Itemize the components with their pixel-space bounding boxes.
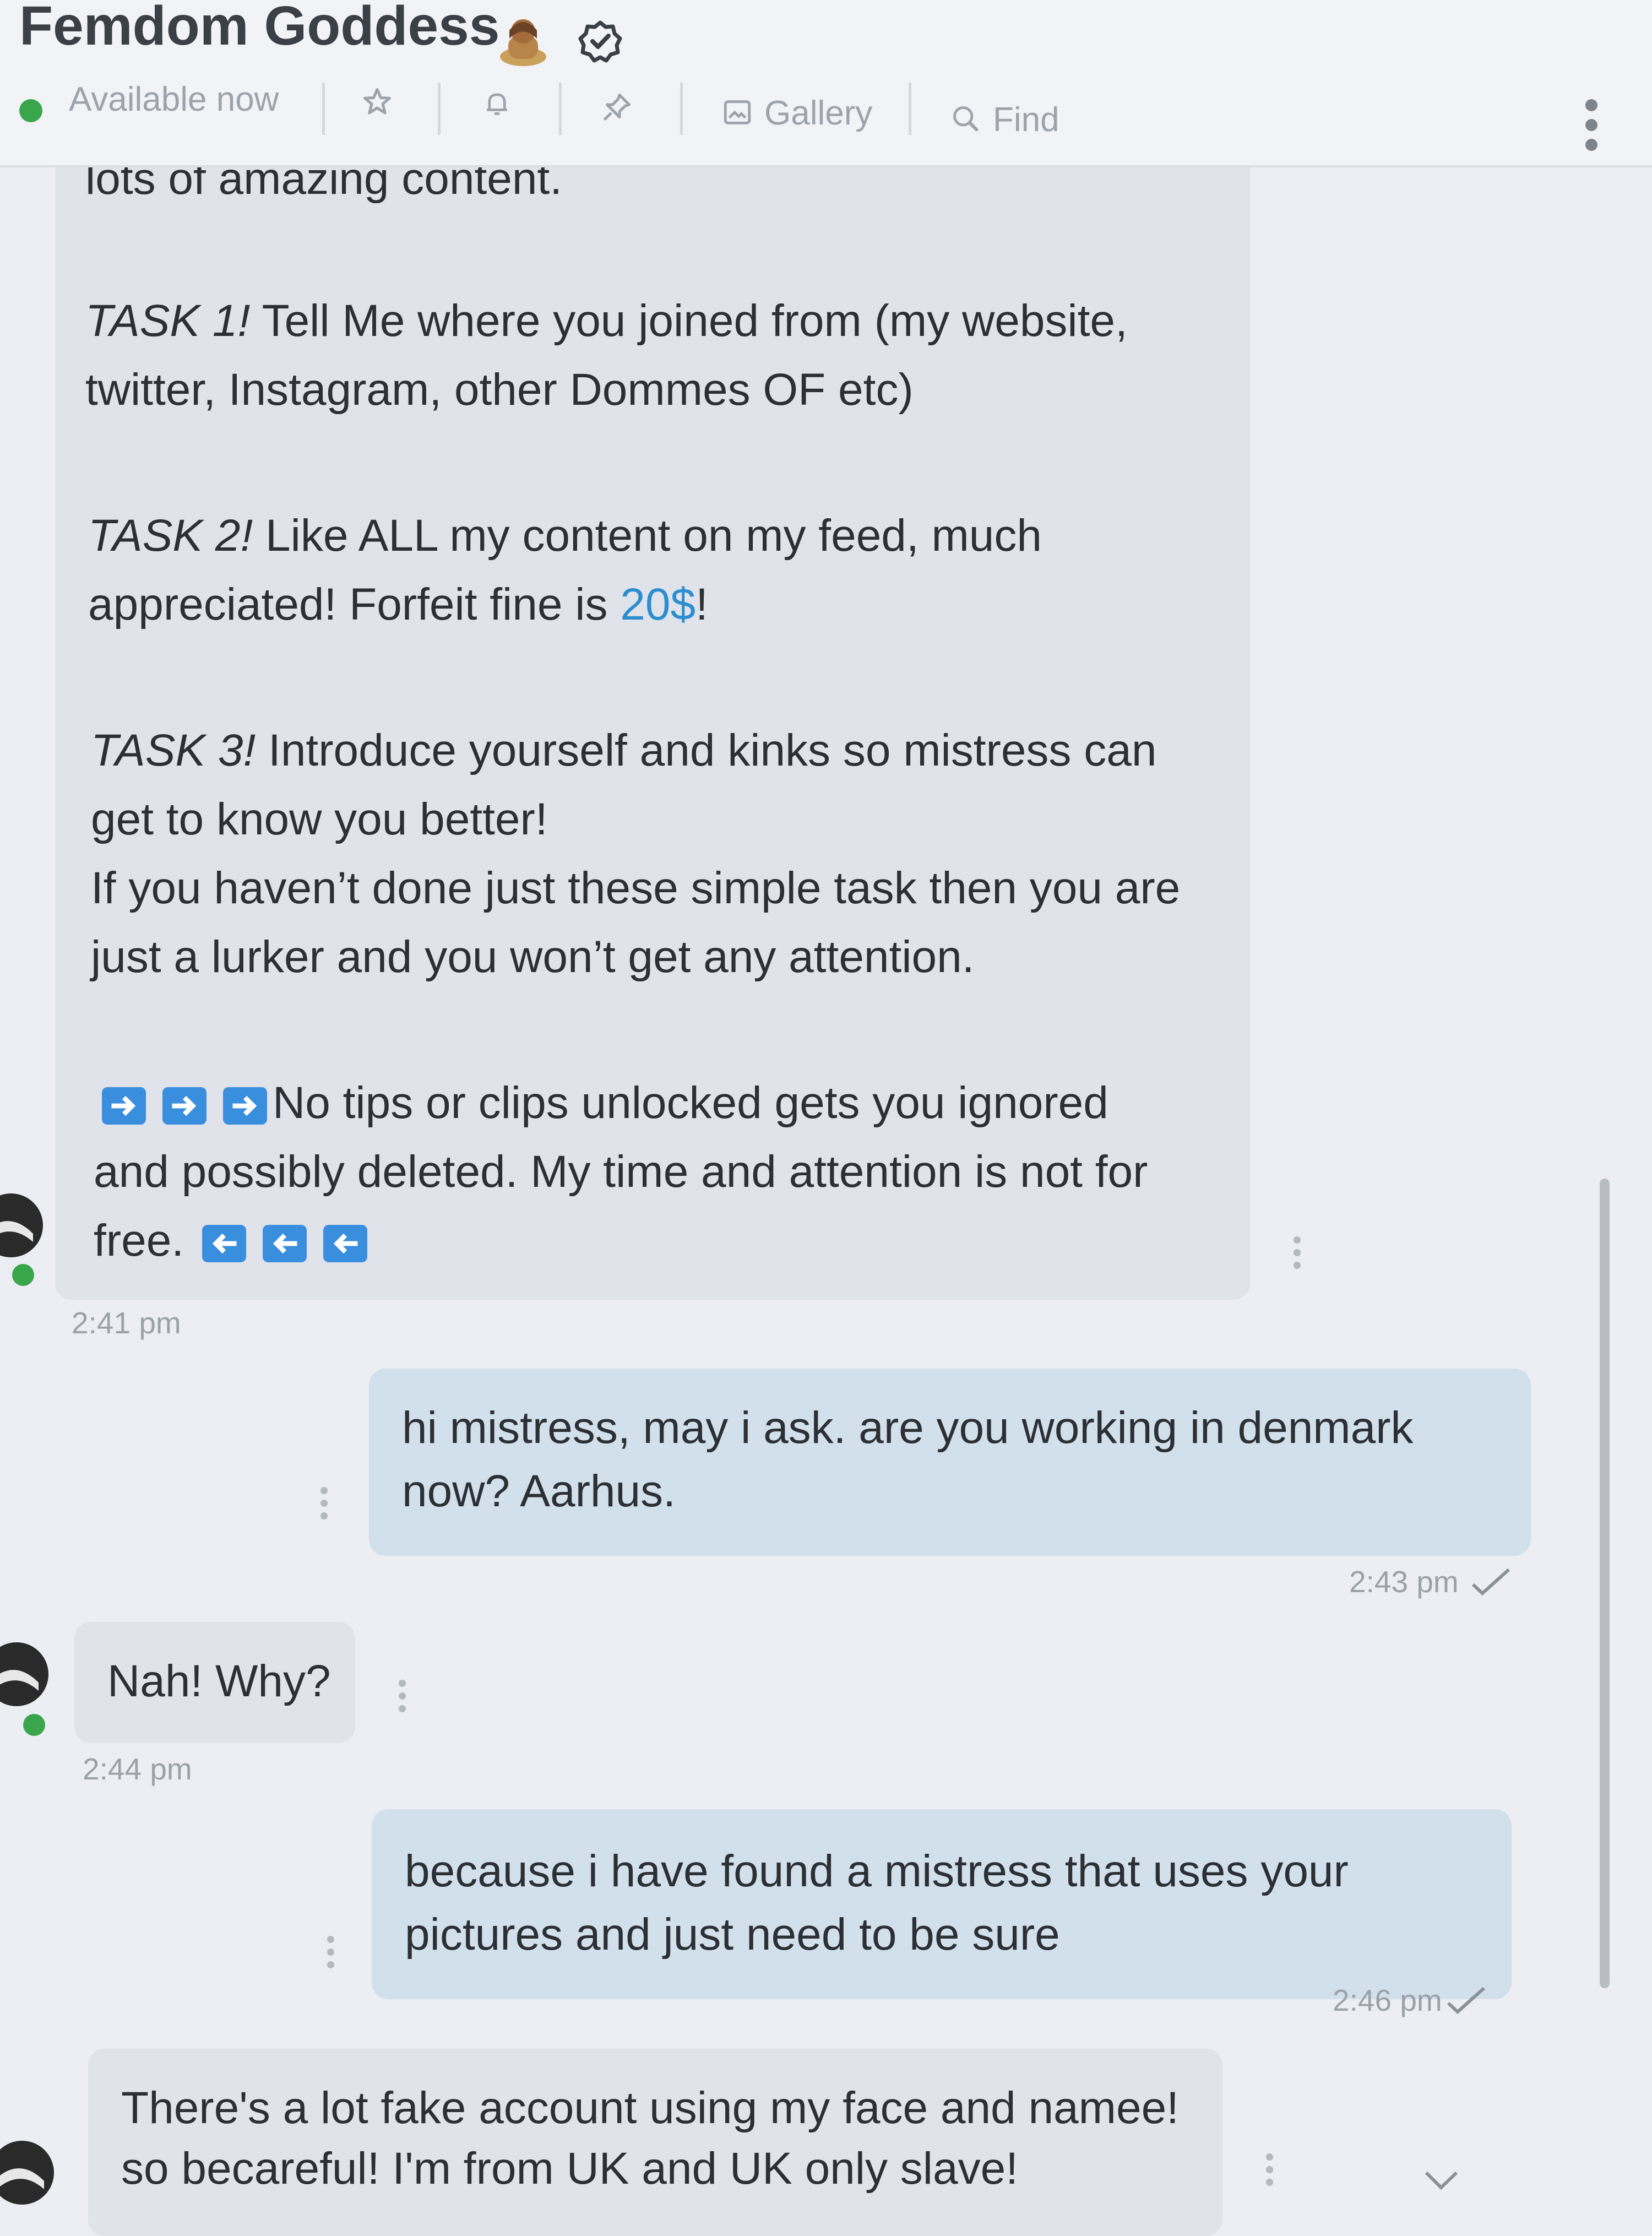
toolbar-divider xyxy=(909,83,911,135)
avatar[interactable] xyxy=(0,1638,50,1710)
availability-status: Available now xyxy=(69,80,279,118)
message-options-icon[interactable] xyxy=(1291,1236,1302,1275)
message-options-icon[interactable] xyxy=(396,1680,407,1718)
star-icon[interactable] xyxy=(361,85,394,118)
warning-line-2: and possibly deleted. My time and attent… xyxy=(94,1147,1148,1197)
task-1-line-1: TASK 1! Tell Me where you joined from (m… xyxy=(85,286,1128,355)
gallery-button[interactable]: Gallery xyxy=(721,94,872,133)
right-arrow-icon xyxy=(223,1087,267,1125)
toolbar-divider xyxy=(559,83,562,135)
message-timestamp: 2:41 pm xyxy=(72,1306,181,1340)
message-text-line-2: now? Aarhus. xyxy=(402,1466,676,1516)
message-timestamp: 2:44 pm xyxy=(83,1752,192,1786)
outgoing-message-bubble: hi mistress, may i ask. are you working … xyxy=(369,1369,1531,1556)
message-options-icon[interactable] xyxy=(1264,2153,1275,2192)
find-label: Find xyxy=(993,101,1059,139)
warning-text-3: free. xyxy=(94,1215,184,1266)
lurker-line-1: If you haven’t done just these simple ta… xyxy=(91,863,1181,913)
task-1-line-2: twitter, Instagram, other Dommes OF etc) xyxy=(85,365,914,415)
task-1-text: Tell Me where you joined from (my websit… xyxy=(250,296,1128,346)
task-2-text-after-price: ! xyxy=(695,579,708,629)
task-3-line-2: get to know you better! xyxy=(91,794,548,844)
message-list[interactable]: lots of amazing content. TASK 1! Tell Me… xyxy=(0,105,1652,2236)
chat-header: Femdom Goddess Available now Gallery Fin… xyxy=(0,0,1652,167)
chevron-down-icon[interactable] xyxy=(1421,2164,1462,2195)
bell-icon[interactable] xyxy=(482,87,512,120)
woman-emoji-icon xyxy=(500,19,546,66)
toolbar-divider xyxy=(680,83,683,135)
message-text-partial: lots of amazing content. xyxy=(85,165,563,204)
online-status-dot xyxy=(19,99,42,122)
sent-check-icon xyxy=(1447,1987,1486,2015)
price-link[interactable]: 20$ xyxy=(620,579,695,629)
warning-line-3: free. xyxy=(94,1206,384,1275)
outgoing-message-bubble: because i have found a mistress that use… xyxy=(372,1809,1512,1999)
task-2-text: Like ALL my content on my feed, much xyxy=(253,511,1042,561)
avatar-online-dot xyxy=(12,1264,34,1286)
message-text-line-2: so becareful! I'm from UK and UK only sl… xyxy=(121,2143,1018,2194)
left-arrow-icon xyxy=(202,1225,246,1263)
task-2-label: TASK 2! xyxy=(88,511,253,561)
task-2-line-2: appreciated! Forfeit fine is 20$! xyxy=(88,570,708,639)
search-icon xyxy=(953,106,979,132)
lurker-line-2: just a lurker and you won’t get any atte… xyxy=(91,932,975,982)
incoming-message-bubble: lots of amazing content. TASK 1! Tell Me… xyxy=(55,105,1250,1300)
right-arrow-icon xyxy=(162,1087,206,1125)
task-3-text: Introduce yourself and kinks so mistress… xyxy=(256,725,1157,775)
right-arrow-icon xyxy=(102,1087,146,1125)
message-text-line-1: Nah! Why? xyxy=(107,1656,331,1706)
gallery-icon xyxy=(724,100,751,124)
message-text-line-2: pictures and just need to be sure xyxy=(405,1909,1060,1960)
incoming-message-bubble: There's a lot fake account using my face… xyxy=(88,2049,1222,2236)
left-arrow-icon xyxy=(262,1225,307,1263)
toolbar-divider xyxy=(438,83,441,135)
chat-title[interactable]: Femdom Goddess xyxy=(19,0,499,58)
pin-icon[interactable] xyxy=(600,91,633,124)
task-2-text-before-price: appreciated! Forfeit fine is xyxy=(88,579,621,629)
find-button[interactable]: Find xyxy=(950,100,1059,139)
sent-check-icon xyxy=(1471,1568,1510,1596)
task-3-label: TASK 3! xyxy=(91,725,256,775)
message-options-icon[interactable] xyxy=(325,1936,336,1974)
avatar[interactable] xyxy=(0,1190,44,1261)
warning-text-1: No tips or clips unlocked gets you ignor… xyxy=(273,1078,1108,1128)
avatar[interactable] xyxy=(0,2137,55,2208)
message-options-icon[interactable] xyxy=(318,1487,329,1526)
verified-icon xyxy=(578,20,622,63)
gallery-label: Gallery xyxy=(764,94,873,132)
message-timestamp: 2:46 pm xyxy=(1333,1983,1442,2017)
more-options-icon[interactable] xyxy=(1580,99,1602,160)
left-arrow-icon xyxy=(323,1225,367,1263)
task-1-label: TASK 1! xyxy=(85,296,251,346)
scrollbar[interactable] xyxy=(1600,1179,1610,1988)
warning-line-1: No tips or clips unlocked gets you ignor… xyxy=(102,1068,1108,1137)
incoming-message-bubble: Nah! Why? xyxy=(74,1622,355,1743)
chat-toolbar: Available now Gallery Find xyxy=(0,77,1652,151)
task-2-line-1: TASK 2! Like ALL my content on my feed, … xyxy=(88,501,1042,570)
task-3-line-1: TASK 3! Introduce yourself and kinks so … xyxy=(91,716,1156,785)
avatar-online-dot xyxy=(23,1714,45,1736)
message-timestamp: 2:43 pm xyxy=(1349,1565,1459,1599)
toolbar-divider xyxy=(322,83,325,135)
message-text-line-1: because i have found a mistress that use… xyxy=(405,1846,1349,1896)
message-text-line-1: hi mistress, may i ask. are you working … xyxy=(402,1403,1414,1453)
message-text-line-1: There's a lot fake account using my face… xyxy=(121,2083,1179,2133)
